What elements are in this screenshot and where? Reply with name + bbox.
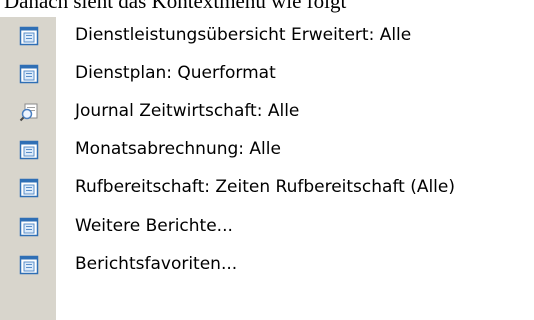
menu-item-dienstplan[interactable]: Dienstplan: Querformat [0,55,534,91]
menu-item-dienstleistungsuebersicht[interactable]: Dienstleistungsübersicht Erweitert: Alle [0,17,534,53]
menu-item-label: Dienstleistungsübersicht Erweitert: Alle [75,25,412,45]
screenshot-page: Danach sieht das Kontextmenü wie folgt D… [0,0,534,320]
report-document-icon [19,255,39,275]
report-document-icon [19,140,39,160]
menu-item-berichtsfavoriten[interactable]: Berichtsfavoriten... [0,246,534,282]
menu-item-label: Dienstplan: Querformat [75,63,276,83]
menu-item-rufbereitschaft[interactable]: Rufbereitschaft: Zeiten Rufbereitschaft … [0,169,534,205]
menu-item-journal-zeitwirtschaft[interactable]: Journal Zeitwirtschaft: Alle [0,93,534,129]
menu-item-label: Rufbereitschaft: Zeiten Rufbereitschaft … [75,177,456,197]
menu-item-label: Monatsabrechnung: Alle [75,139,281,159]
report-document-icon [19,26,39,46]
report-document-icon [19,217,39,237]
menu-item-weitere-berichte[interactable]: Weitere Berichte... [0,208,534,244]
report-document-icon [19,178,39,198]
menu-item-monatsabrechnung[interactable]: Monatsabrechnung: Alle [0,131,534,167]
caption-text: Danach sieht das Kontextmenü wie folgt [4,0,347,13]
journal-magnifier-icon [19,102,39,122]
menu-item-label: Journal Zeitwirtschaft: Alle [75,101,300,121]
menu-item-label: Berichtsfavoriten... [75,254,238,274]
context-menu: Dienstleistungsübersicht Erweitert: Alle… [0,17,534,320]
menu-item-label: Weitere Berichte... [75,216,233,236]
report-document-icon [19,64,39,84]
